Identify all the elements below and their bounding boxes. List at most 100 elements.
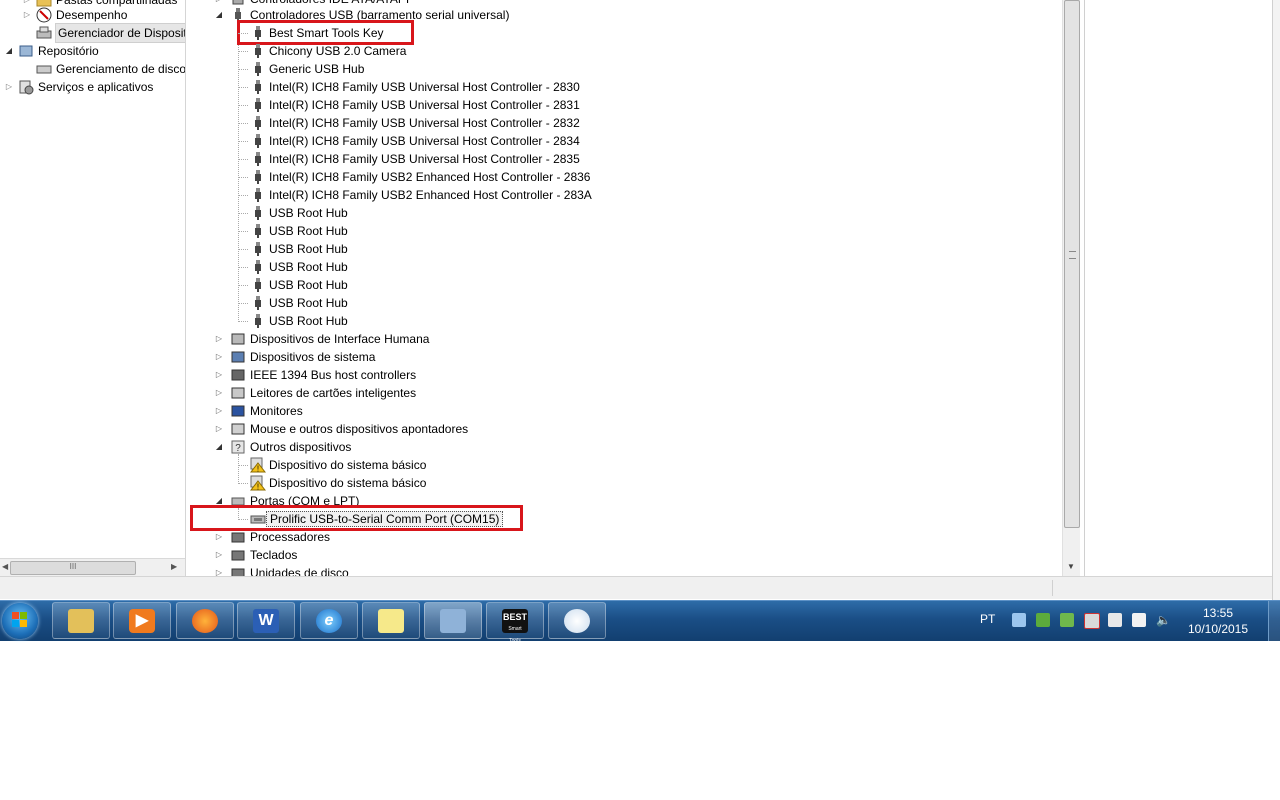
collapse-arrow-icon[interactable]: ◢ <box>214 6 224 24</box>
highlight-box-prolific-port <box>190 505 523 531</box>
storage-icon <box>19 45 33 57</box>
taskbar-paint-button[interactable] <box>548 602 606 639</box>
nav-item-label: Gerenciador de Disposit <box>55 23 185 43</box>
security-check-icon[interactable] <box>1036 613 1050 627</box>
taskbar-best-smart-tools-button[interactable]: BEST Smart Tools <box>486 602 544 644</box>
tree-guide-line <box>238 87 248 88</box>
usb-device-icon <box>250 43 266 59</box>
tree-category-label: Monitores <box>250 404 303 418</box>
expand-arrow-icon[interactable]: ▷ <box>214 402 224 420</box>
tree-device-label: Dispositivo do sistema básico <box>269 476 427 490</box>
warning-device-icon: ! <box>250 457 266 473</box>
taskbar-word-button[interactable]: W <box>237 602 295 639</box>
taskbar-clock[interactable]: 13:55 10/10/2015 <box>1180 605 1256 637</box>
network-icon[interactable] <box>1132 613 1146 627</box>
tree-device-label: USB Root Hub <box>269 206 348 220</box>
folder-icon <box>68 609 94 633</box>
usb-device-icon[interactable] <box>1108 613 1122 627</box>
tree-device-label: Chicony USB 2.0 Camera <box>269 44 407 58</box>
tree-guide-line <box>238 177 248 178</box>
usb-device-icon <box>250 223 266 239</box>
smart-card-reader-icon <box>230 385 246 401</box>
tree-guide-line <box>238 249 248 250</box>
firefox-icon <box>192 609 218 633</box>
tree-category-label: Outros dispositivos <box>250 440 352 454</box>
error-flag-icon[interactable] <box>1084 613 1100 629</box>
firewire-icon <box>230 367 246 383</box>
tree-guide-line <box>238 231 248 232</box>
volume-icon[interactable]: 🔈 <box>1156 613 1171 627</box>
collapse-arrow-icon[interactable]: ◢ <box>214 438 224 456</box>
expand-arrow-icon[interactable]: ▷ <box>22 6 32 24</box>
tree-guide-line <box>238 69 248 70</box>
status-separator <box>1052 580 1053 596</box>
scrollbar-thumb[interactable] <box>1064 0 1080 528</box>
expand-arrow-icon[interactable]: ▷ <box>214 348 224 366</box>
tree-device-label: Intel(R) ICH8 Family USB Universal Host … <box>269 80 580 94</box>
taskbar-media-button[interactable]: ▶ <box>113 602 171 639</box>
usb-device-icon <box>250 61 266 77</box>
scroll-left-arrow-icon[interactable]: ◀ <box>2 562 8 571</box>
usb-device-icon <box>250 79 266 95</box>
tree-guide-line <box>238 321 248 322</box>
nav-horizontal-scrollbar[interactable]: ◀ III ▶ <box>0 558 185 576</box>
taskbar-explorer-button[interactable] <box>52 602 110 639</box>
action-center-icon[interactable] <box>1060 613 1074 627</box>
network-monitor-icon[interactable] <box>1012 613 1026 627</box>
tree-guide-line <box>238 141 248 142</box>
expand-arrow-icon[interactable]: ▷ <box>214 420 224 438</box>
usb-device-icon <box>250 313 266 329</box>
tree-device-label: Intel(R) ICH8 Family USB Universal Host … <box>269 116 580 130</box>
expand-arrow-icon[interactable]: ▷ <box>214 330 224 348</box>
scroll-right-arrow-icon[interactable]: ▶ <box>171 562 177 571</box>
expand-arrow-icon[interactable]: ▷ <box>4 78 14 96</box>
nav-item-label: Desempenho <box>56 8 128 22</box>
actions-pane <box>1084 0 1280 576</box>
best-logo-subtext: Smart Tools <box>508 626 522 644</box>
tree-category-label: Processadores <box>250 530 331 544</box>
expand-arrow-icon[interactable]: ▷ <box>214 546 224 564</box>
nav-item-label: Repositório <box>38 44 99 58</box>
tree-guide-line <box>238 213 248 214</box>
tree-device-label: Intel(R) ICH8 Family USB Universal Host … <box>269 134 580 148</box>
taskbar-computer-management-button[interactable] <box>424 602 482 639</box>
taskbar-firefox-button[interactable] <box>176 602 234 639</box>
tree-vertical-scrollbar[interactable]: ▼ <box>1062 0 1080 576</box>
tree-device-label: Best Smart Tools Key <box>269 26 384 40</box>
tree-device-label: USB Root Hub <box>269 278 348 292</box>
tree-guide-line <box>238 20 239 320</box>
disk-drive-icon <box>230 565 246 576</box>
expand-arrow-icon[interactable]: ▷ <box>214 366 224 384</box>
show-desktop-button[interactable] <box>1268 601 1280 641</box>
tree-device-label: Dispositivo do sistema básico <box>269 458 427 472</box>
tree-guide-line <box>238 33 248 34</box>
usb-device-icon <box>250 295 266 311</box>
usb-device-icon <box>250 259 266 275</box>
tree-category-label: Mouse e outros dispositivos apontadores <box>250 422 469 436</box>
tree-device-label: USB Root Hub <box>269 224 348 238</box>
performance-icon <box>36 7 52 23</box>
tree-guide-line <box>238 195 248 196</box>
start-button[interactable] <box>2 603 38 639</box>
taskbar-notes-button[interactable] <box>362 602 420 639</box>
best-smart-tools-icon: BEST Smart Tools <box>502 609 528 644</box>
ide-controller-icon <box>232 0 244 5</box>
computer-management-window: ▷ Pastas compartilhadas ▷ Desempenho Ger… <box>0 0 1280 600</box>
scroll-down-arrow-icon[interactable]: ▼ <box>1067 562 1075 571</box>
expand-arrow-icon[interactable]: ▷ <box>214 564 224 576</box>
collapse-arrow-icon[interactable]: ◢ <box>4 42 14 60</box>
tree-category-label: Dispositivos de Interface Humana <box>250 332 430 346</box>
nav-item-label: Gerenciamento de disco <box>56 62 186 76</box>
tree-guide-line <box>238 105 248 106</box>
taskbar-ie-button[interactable]: e <box>300 602 358 639</box>
expand-arrow-icon[interactable]: ▷ <box>214 528 224 546</box>
window-edge-scrollbar[interactable] <box>1272 0 1280 600</box>
tree-category-label: Unidades de disco <box>250 566 349 576</box>
tree-guide-line <box>238 465 248 466</box>
taskbar: ▶ W e BEST Smart Tools PT 🔈 13:55 10/10/… <box>0 600 1280 644</box>
usb-device-icon <box>250 241 266 257</box>
tree-guide-line <box>238 267 248 268</box>
expand-arrow-icon[interactable]: ▷ <box>214 384 224 402</box>
scrollbar-thumb[interactable]: III <box>10 561 136 575</box>
language-indicator[interactable]: PT <box>980 612 995 652</box>
